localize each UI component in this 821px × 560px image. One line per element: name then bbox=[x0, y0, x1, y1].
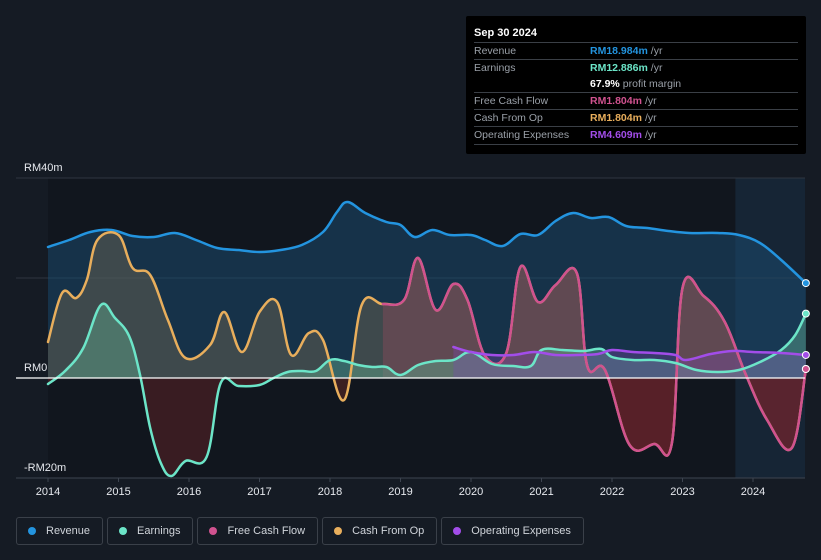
endpoint-free-cash-flow bbox=[801, 364, 810, 373]
tooltip-row-free-cash-flow: Free Cash Flow RM1.804m /yr bbox=[474, 92, 798, 109]
x-tick-label: 2017 bbox=[247, 486, 271, 498]
tooltip-unit: /yr bbox=[644, 112, 657, 124]
legend-dot-icon bbox=[209, 527, 218, 535]
x-tick-label: 2016 bbox=[177, 486, 201, 498]
tooltip-divider bbox=[474, 144, 798, 145]
x-tick-label: 2018 bbox=[318, 486, 342, 498]
tooltip-value: RM4.609m bbox=[590, 129, 642, 141]
tooltip-date: Sep 30 2024 bbox=[474, 27, 537, 39]
legend-item-cash-from-op[interactable]: Cash From Op bbox=[322, 517, 438, 545]
tooltip-unit: /yr bbox=[644, 129, 657, 141]
tooltip-label: Operating Expenses bbox=[474, 129, 570, 141]
tooltip-unit: /yr bbox=[644, 95, 657, 107]
x-tick-label: 2023 bbox=[670, 486, 694, 498]
x-tick-label: 2019 bbox=[388, 486, 412, 498]
legend-label: Operating Expenses bbox=[471, 525, 571, 537]
legend-label: Earnings bbox=[137, 525, 181, 537]
legend-dot-icon bbox=[28, 527, 36, 535]
x-tick-label: 2021 bbox=[529, 486, 553, 498]
endpoint-earnings bbox=[801, 309, 810, 318]
y-tick-label: RM40m bbox=[24, 162, 63, 174]
x-tick-label: 2020 bbox=[459, 486, 483, 498]
tooltip-label: Earnings bbox=[474, 62, 516, 74]
legend-dot-icon bbox=[453, 527, 462, 535]
legend-item-earnings[interactable]: Earnings bbox=[107, 517, 194, 545]
legend-label: Free Cash Flow bbox=[227, 525, 306, 537]
legend-item-revenue[interactable]: Revenue bbox=[16, 517, 104, 545]
x-tick-label: 2014 bbox=[36, 486, 60, 498]
x-tick-label: 2022 bbox=[600, 486, 624, 498]
x-tick-label: 2015 bbox=[106, 486, 130, 498]
legend-item-free-cash-flow[interactable]: Free Cash Flow bbox=[197, 517, 319, 545]
tooltip-value: RM1.804m bbox=[590, 112, 642, 124]
tooltip-label: Cash From Op bbox=[474, 112, 543, 124]
legend-item-operating-expenses[interactable]: Operating Expenses bbox=[441, 517, 584, 545]
tooltip-unit: /yr bbox=[650, 45, 663, 57]
tooltip-value: RM18.984m bbox=[590, 45, 648, 57]
tooltip-value: RM12.886m bbox=[590, 62, 648, 74]
y-tick-label: RM0 bbox=[24, 362, 47, 374]
tooltip-label bbox=[474, 76, 590, 92]
tooltip-row-revenue: Revenue RM18.984m /yr bbox=[474, 42, 798, 59]
tooltip-row-profit-margin: 67.9% profit margin bbox=[474, 76, 798, 92]
tooltip-label: Revenue bbox=[474, 45, 517, 57]
legend-dot-icon bbox=[334, 527, 343, 535]
legend-dot-icon bbox=[119, 527, 128, 535]
y-tick-label: -RM20m bbox=[24, 462, 66, 474]
tooltip-label: Free Cash Flow bbox=[474, 95, 549, 107]
endpoint-revenue bbox=[801, 279, 810, 288]
endpoint-operating-expenses bbox=[801, 350, 810, 359]
legend-label: Cash From Op bbox=[352, 525, 425, 537]
chart-legend: Revenue Earnings Free Cash Flow Cash Fro… bbox=[16, 517, 584, 545]
legend-label: Revenue bbox=[46, 525, 91, 537]
tooltip-row-operating-expenses: Operating Expenses RM4.609m /yr bbox=[474, 126, 798, 143]
tooltip-value: 67.9% bbox=[590, 78, 620, 90]
tooltip-row-earnings: Earnings RM12.886m /yr bbox=[474, 59, 798, 76]
tooltip-panel: Sep 30 2024 Revenue RM18.984m /yr Earnin… bbox=[466, 16, 806, 154]
tooltip-value: RM1.804m bbox=[590, 95, 642, 107]
tooltip-unit: profit margin bbox=[622, 78, 682, 90]
x-tick-label: 2024 bbox=[741, 486, 765, 498]
tooltip-row-cash-from-op: Cash From Op RM1.804m /yr bbox=[474, 109, 798, 126]
tooltip-unit: /yr bbox=[650, 62, 663, 74]
